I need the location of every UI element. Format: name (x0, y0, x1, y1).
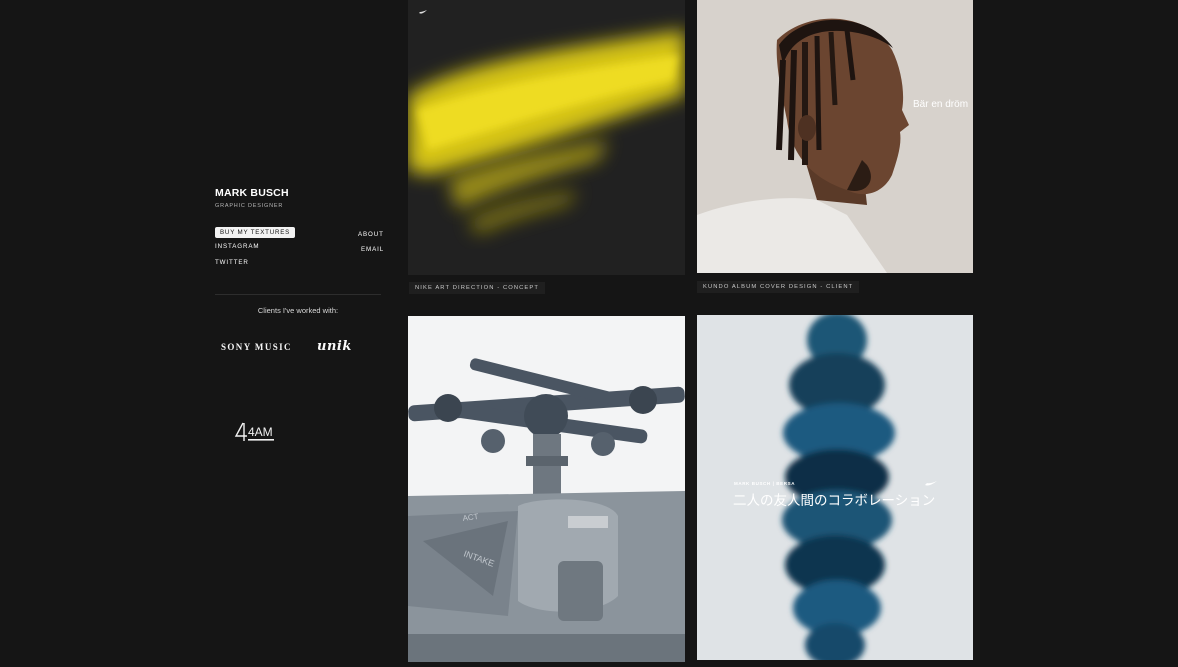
unik-logo: UNIK (317, 339, 352, 354)
4am-logo-text: 4AM (248, 425, 273, 439)
project-image-rotor[interactable]: ACT INTAKE (408, 316, 685, 662)
buy-textures-button[interactable]: BUY MY TEXTURES (215, 227, 296, 238)
instagram-link[interactable]: INSTAGRAM (215, 243, 259, 250)
project-caption-nike[interactable]: NIKE ART DIRECTION - CONCEPT (409, 282, 545, 294)
unik-logo-text: UNIK (317, 339, 352, 354)
project-caption-kundo[interactable]: KUNDO ALBUM COVER DESIGN - CLIENT (697, 281, 860, 293)
blue-form-small-text: MARK BUSCH | BERSA (734, 481, 795, 486)
designer-name: MARK BUSCH (215, 187, 289, 199)
sony-music-logo: SONY MUSIC (221, 342, 292, 352)
about-link[interactable]: ABOUT (358, 231, 384, 238)
kundo-cover-text: Bär en dröm (913, 99, 968, 110)
blue-form-japanese-text: 二人の友人間のコラボレーション (733, 493, 935, 509)
clients-heading: Clients I've worked with: (257, 306, 339, 315)
designer-role: GRAPHIC DESIGNER (215, 203, 284, 209)
project-image-kundo[interactable]: Bär en dröm (697, 0, 973, 273)
twitter-link[interactable]: TWITTER (215, 259, 249, 266)
project-image-blue-form[interactable]: MARK BUSCH | BERSA 二人の友人間のコラボレーション (697, 315, 973, 660)
project-image-nike[interactable] (408, 0, 685, 275)
sidebar: MARK BUSCH GRAPHIC DESIGNER BUY MY TEXTU… (215, 0, 384, 667)
4am-logo: 4AM (234, 421, 278, 445)
email-link[interactable]: EMAIL (361, 246, 384, 253)
sidebar-divider (215, 294, 381, 295)
